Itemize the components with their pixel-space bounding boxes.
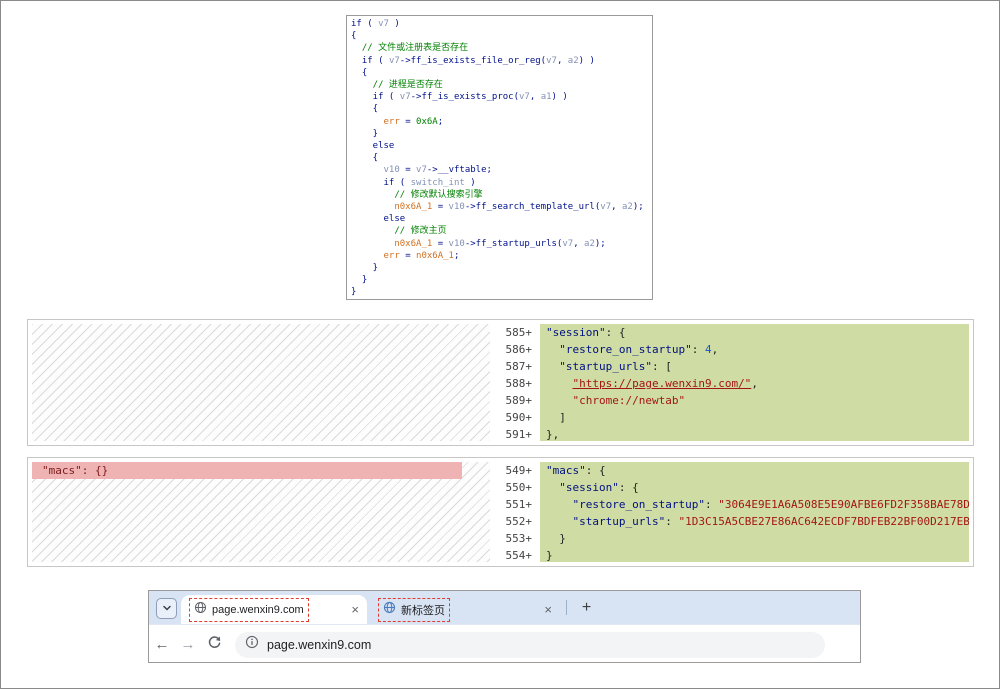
code-line: // 修改主页	[351, 225, 648, 237]
code-line: // 修改默认搜索引擎	[351, 189, 648, 201]
diff-added-line: "restore_on_startup": 4,	[540, 341, 969, 358]
diff-added-line: ]	[540, 409, 969, 426]
diff-line-number: 554+	[490, 547, 540, 564]
diff-line-number: 591+	[490, 426, 540, 443]
globe-icon	[383, 601, 396, 619]
reload-button[interactable]	[201, 635, 227, 654]
reload-icon	[207, 635, 222, 654]
code-line: // 进程是否存在	[351, 79, 648, 91]
back-button[interactable]: ←	[149, 636, 175, 653]
tab-title: page.wenxin9.com	[212, 604, 304, 616]
code-line: n0x6A_1 = v10->ff_startup_urls(v7, a2);	[351, 238, 648, 250]
diff-added-line: }	[540, 530, 969, 547]
code-line: else	[351, 140, 648, 152]
code-line: else	[351, 213, 648, 225]
diff-added-line: "https://page.wenxin9.com/",	[540, 375, 969, 392]
diff-line-number: 589+	[490, 392, 540, 409]
code-line: }	[351, 128, 648, 140]
code-line: err = n0x6A_1;	[351, 250, 648, 262]
code-line: if ( switch_int )	[351, 177, 648, 189]
browser-window: page.wenxin9.com × 新标签页 × + ← →	[148, 590, 861, 663]
diff-added-line: "macs": {	[540, 462, 969, 479]
tab-search-button[interactable]	[156, 598, 177, 619]
tab-separator	[566, 600, 567, 615]
diff-added-line: "session": {	[540, 479, 969, 496]
diff-added-line: },	[540, 426, 969, 441]
diff-line-number: 552+	[490, 513, 540, 530]
tab-close-icon[interactable]: ×	[544, 603, 552, 616]
code-line: if ( v7->ff_is_exists_proc(v7, a1) )	[351, 91, 648, 103]
diff-added-line: "startup_urls": [	[540, 358, 969, 375]
chevron-down-icon	[162, 600, 172, 618]
code-line: }	[351, 262, 648, 274]
code-line: }	[351, 286, 648, 298]
article-composite-screenshot: if ( v7 ){ // 文件或注册表是否存在 if ( v7->ff_is_…	[0, 0, 1000, 689]
annotation-box: 新标签页	[378, 598, 450, 622]
diff-line-number: 586+	[490, 341, 540, 358]
tab-inactive-newtab[interactable]: 新标签页 ×	[370, 595, 560, 624]
new-tab-button[interactable]: +	[576, 597, 597, 618]
diff-line-number: 549+	[490, 462, 540, 479]
diff-line-number: 587+	[490, 358, 540, 375]
tab-close-icon[interactable]: ×	[351, 603, 359, 616]
diff-line-number-gutter: 549+550+551+552+553+554+	[490, 462, 540, 562]
code-line: n0x6A_1 = v10->ff_search_template_url(v7…	[351, 201, 648, 213]
diff-removed-line: "macs": {}	[32, 462, 462, 479]
code-line: }	[351, 274, 648, 286]
tab-active-wenxin9[interactable]: page.wenxin9.com ×	[181, 595, 367, 624]
diff-added-line: "startup_urls": "1D3C15A5CBE27E86AC642EC…	[540, 513, 969, 530]
diff-line-number: 588+	[490, 375, 540, 392]
code-line: {	[351, 67, 648, 79]
code-line: // 文件或注册表是否存在	[351, 42, 648, 54]
code-line: err = 0x6A;	[351, 116, 648, 128]
code-line: {	[351, 103, 648, 115]
code-line: if ( v7->ff_is_exists_file_or_reg(v7, a2…	[351, 55, 648, 67]
code-line: if ( v7 )	[351, 18, 648, 30]
globe-icon	[194, 601, 207, 619]
address-bar-url: page.wenxin9.com	[267, 638, 371, 652]
diff-added-line: }	[540, 547, 969, 562]
diff-line-number: 590+	[490, 409, 540, 426]
address-bar[interactable]: page.wenxin9.com	[235, 632, 825, 658]
code-line: v10 = v7->__vftable;	[351, 164, 648, 176]
diff-added-pane: "macs": { "session": { "restore_on_start…	[540, 462, 969, 562]
browser-toolbar: ← → page.wenxin9.com	[149, 624, 860, 663]
diff-view-preferences: 585+586+587+588+589+590+591+ "session": …	[27, 319, 974, 446]
diff-line-number: 553+	[490, 530, 540, 547]
diff-line-number: 551+	[490, 496, 540, 513]
info-icon	[245, 635, 259, 654]
diff-added-line: "chrome://newtab"	[540, 392, 969, 409]
forward-button[interactable]: →	[175, 636, 201, 653]
decompiled-code-box: if ( v7 ){ // 文件或注册表是否存在 if ( v7->ff_is_…	[346, 15, 653, 300]
code-line: {	[351, 152, 648, 164]
diff-left-empty-pane	[32, 324, 491, 441]
diff-view-secure-preferences: "macs": {} 549+550+551+552+553+554+ "mac…	[27, 457, 974, 567]
diff-line-number: 585+	[490, 324, 540, 341]
tab-title: 新标签页	[401, 602, 445, 618]
diff-added-pane: "session": { "restore_on_startup": 4, "s…	[540, 324, 969, 441]
diff-line-number-gutter: 585+586+587+588+589+590+591+	[490, 324, 540, 441]
annotation-box: page.wenxin9.com	[189, 598, 309, 622]
diff-added-line: "session": {	[540, 324, 969, 341]
code-line: {	[351, 30, 648, 42]
diff-added-line: "restore_on_startup": "3064E9E1A6A508E5E…	[540, 496, 969, 513]
tab-strip: page.wenxin9.com × 新标签页 × +	[149, 591, 860, 624]
diff-line-number: 550+	[490, 479, 540, 496]
